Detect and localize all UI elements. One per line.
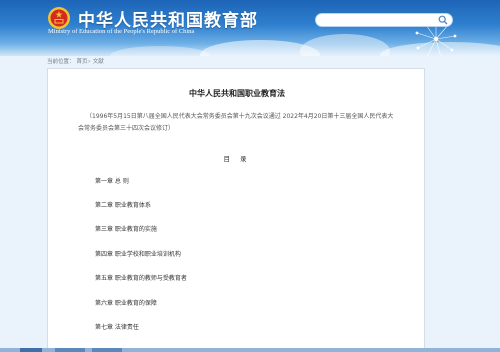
toc-item: 第三章 职业教育的实施: [95, 226, 157, 233]
search-input[interactable]: [322, 14, 430, 26]
site-subtitle: Ministry of Education of the People's Re…: [48, 28, 195, 35]
national-emblem-icon: [48, 7, 70, 29]
document-title: 中华人民共和国职业教育法: [189, 89, 285, 98]
taskbar-app-button[interactable]: [92, 348, 122, 352]
toc-heading: 目 录: [223, 155, 251, 163]
toc-item: 第六章 职业教育的保障: [95, 300, 157, 307]
breadcrumb-documents-link[interactable]: 文献: [93, 59, 104, 65]
search-box: [315, 13, 453, 27]
taskbar-start-button[interactable]: [20, 348, 42, 352]
site-header: 中华人民共和国教育部 Ministry of Education of the …: [0, 0, 500, 56]
toc-item: 第四章 职业学校和职业培训机构: [95, 251, 181, 258]
header-cloud: [300, 34, 390, 56]
toc-item: 第七章 法律责任: [95, 324, 139, 331]
toc-item: 第一章 总 则: [95, 178, 129, 185]
breadcrumb: 当前位置： 首页> 文献: [47, 57, 104, 67]
breadcrumb-prefix: 当前位置：: [47, 59, 75, 65]
breadcrumb-home-link[interactable]: 首页: [77, 59, 88, 65]
taskbar-app-button[interactable]: [55, 348, 85, 352]
document-panel: 中华人民共和国职业教育法 （1996年5月15日第八届全国人民代表大会常务委员会…: [47, 68, 425, 352]
breadcrumb-separator: >: [87, 59, 91, 65]
search-icon[interactable]: [438, 15, 448, 25]
document-revision-note: （1996年5月15日第八届全国人民代表大会常务委员会第十九次会议通过 2022…: [78, 113, 394, 132]
toc-item: 第二章 职业教育体系: [95, 202, 151, 209]
header-cloud: [110, 46, 210, 56]
toc-item: 第五章 职业教育的教师与受教育者: [95, 275, 187, 282]
